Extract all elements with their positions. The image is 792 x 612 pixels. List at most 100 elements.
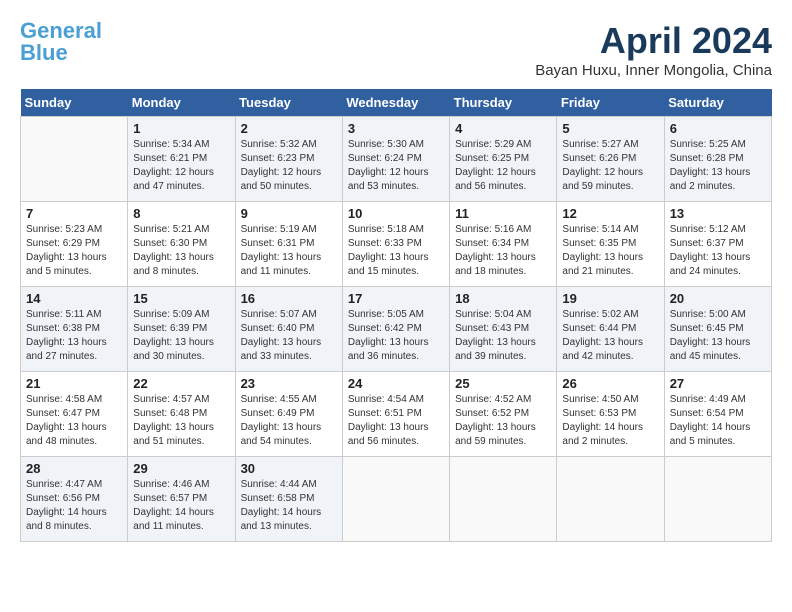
day-number: 12 (562, 206, 658, 221)
day-number: 19 (562, 291, 658, 306)
calendar-cell: 24 Sunrise: 4:54 AM Sunset: 6:51 PM Dayli… (342, 372, 449, 457)
day-number: 15 (133, 291, 229, 306)
day-info: Sunrise: 5:02 AM Sunset: 6:44 PM Dayligh… (562, 308, 658, 364)
day-info: Sunrise: 5:21 AM Sunset: 6:30 PM Dayligh… (133, 223, 229, 279)
day-header-thursday: Thursday (450, 89, 557, 117)
logo-blue: Blue (20, 40, 68, 65)
calendar-cell: 11 Sunrise: 5:16 AM Sunset: 6:34 PM Dayli… (450, 202, 557, 287)
calendar-cell: 12 Sunrise: 5:14 AM Sunset: 6:35 PM Dayli… (557, 202, 664, 287)
calendar-cell (21, 117, 128, 202)
day-info: Sunrise: 5:16 AM Sunset: 6:34 PM Dayligh… (455, 223, 551, 279)
location: Bayan Huxu, Inner Mongolia, China (535, 62, 772, 79)
calendar-cell: 10 Sunrise: 5:18 AM Sunset: 6:33 PM Dayli… (342, 202, 449, 287)
day-info: Sunrise: 5:12 AM Sunset: 6:37 PM Dayligh… (670, 223, 766, 279)
calendar-cell: 23Sunrise: 4:55 AM Sunset: 6:49 PM Dayli… (235, 372, 342, 457)
day-info: Sunrise: 5:34 AM Sunset: 6:21 PM Dayligh… (133, 138, 229, 194)
day-header-sunday: Sunday (21, 89, 128, 117)
day-number: 26 (562, 376, 658, 391)
calendar-cell: 27 Sunrise: 4:49 AM Sunset: 6:54 PM Dayli… (664, 372, 771, 457)
day-number: 16 (241, 291, 337, 306)
day-info: Sunrise: 5:19 AM Sunset: 6:31 PM Dayligh… (241, 223, 337, 279)
day-info: Sunrise: 5:04 AM Sunset: 6:43 PM Dayligh… (455, 308, 551, 364)
day-number: 3 (348, 121, 444, 136)
page-header: General Blue April 2024 Bayan Huxu, Inne… (20, 20, 772, 79)
calendar-cell: 14 Sunrise: 5:11 AM Sunset: 6:38 PM Dayli… (21, 287, 128, 372)
day-number: 17 (348, 291, 444, 306)
day-info: Sunrise: 5:14 AM Sunset: 6:35 PM Dayligh… (562, 223, 658, 279)
day-number: 28 (26, 461, 122, 476)
day-info: Sunrise: 5:05 AM Sunset: 6:42 PM Dayligh… (348, 308, 444, 364)
calendar-cell: 21 Sunrise: 4:58 AM Sunset: 6:47 PM Dayli… (21, 372, 128, 457)
calendar-cell (450, 457, 557, 542)
day-number: 13 (670, 206, 766, 221)
day-number: 1 (133, 121, 229, 136)
day-info: Sunrise: 4:44 AM Sunset: 6:58 PM Dayligh… (241, 478, 337, 534)
day-info: Sunrise: 4:46 AM Sunset: 6:57 PM Dayligh… (133, 478, 229, 534)
calendar-cell: 17 Sunrise: 5:05 AM Sunset: 6:42 PM Dayli… (342, 287, 449, 372)
day-info: Sunrise: 4:52 AM Sunset: 6:52 PM Dayligh… (455, 393, 551, 449)
day-info: Sunrise: 4:47 AM Sunset: 6:56 PM Dayligh… (26, 478, 122, 534)
calendar-cell: 16Sunrise: 5:07 AM Sunset: 6:40 PM Dayli… (235, 287, 342, 372)
day-info: Sunrise: 5:25 AM Sunset: 6:28 PM Dayligh… (670, 138, 766, 194)
day-info: Sunrise: 5:18 AM Sunset: 6:33 PM Dayligh… (348, 223, 444, 279)
day-number: 14 (26, 291, 122, 306)
calendar-cell: 28 Sunrise: 4:47 AM Sunset: 6:56 PM Dayli… (21, 457, 128, 542)
calendar-cell: 19 Sunrise: 5:02 AM Sunset: 6:44 PM Dayli… (557, 287, 664, 372)
day-number: 29 (133, 461, 229, 476)
day-info: Sunrise: 4:54 AM Sunset: 6:51 PM Dayligh… (348, 393, 444, 449)
month-title: April 2024 (535, 20, 772, 62)
day-info: Sunrise: 4:58 AM Sunset: 6:47 PM Dayligh… (26, 393, 122, 449)
calendar-cell: 15Sunrise: 5:09 AM Sunset: 6:39 PM Dayli… (128, 287, 235, 372)
day-info: Sunrise: 4:49 AM Sunset: 6:54 PM Dayligh… (670, 393, 766, 449)
day-info: Sunrise: 4:55 AM Sunset: 6:49 PM Dayligh… (241, 393, 337, 449)
calendar-cell: 2 Sunrise: 5:32 AM Sunset: 6:23 PM Daylig… (235, 117, 342, 202)
day-number: 21 (26, 376, 122, 391)
day-number: 27 (670, 376, 766, 391)
day-number: 7 (26, 206, 122, 221)
title-block: April 2024 Bayan Huxu, Inner Mongolia, C… (535, 20, 772, 79)
calendar-week-2: 7 Sunrise: 5:23 AM Sunset: 6:29 PM Daylig… (21, 202, 772, 287)
day-info: Sunrise: 5:23 AM Sunset: 6:29 PM Dayligh… (26, 223, 122, 279)
day-info: Sunrise: 5:27 AM Sunset: 6:26 PM Dayligh… (562, 138, 658, 194)
day-number: 11 (455, 206, 551, 221)
day-info: Sunrise: 5:30 AM Sunset: 6:24 PM Dayligh… (348, 138, 444, 194)
calendar-week-1: 1 Sunrise: 5:34 AM Sunset: 6:21 PM Daylig… (21, 117, 772, 202)
day-info: Sunrise: 4:57 AM Sunset: 6:48 PM Dayligh… (133, 393, 229, 449)
day-info: Sunrise: 4:50 AM Sunset: 6:53 PM Dayligh… (562, 393, 658, 449)
calendar-table: SundayMondayTuesdayWednesdayThursdayFrid… (20, 89, 772, 542)
calendar-cell: 22 Sunrise: 4:57 AM Sunset: 6:48 PM Dayli… (128, 372, 235, 457)
day-number: 4 (455, 121, 551, 136)
day-header-saturday: Saturday (664, 89, 771, 117)
calendar-week-3: 14 Sunrise: 5:11 AM Sunset: 6:38 PM Dayli… (21, 287, 772, 372)
calendar-cell: 18 Sunrise: 5:04 AM Sunset: 6:43 PM Dayli… (450, 287, 557, 372)
day-number: 6 (670, 121, 766, 136)
calendar-cell: 3 Sunrise: 5:30 AM Sunset: 6:24 PM Daylig… (342, 117, 449, 202)
day-number: 18 (455, 291, 551, 306)
day-number: 24 (348, 376, 444, 391)
day-header-wednesday: Wednesday (342, 89, 449, 117)
calendar-cell: 4 Sunrise: 5:29 AM Sunset: 6:25 PM Daylig… (450, 117, 557, 202)
calendar-cell (342, 457, 449, 542)
day-number: 22 (133, 376, 229, 391)
day-info: Sunrise: 5:00 AM Sunset: 6:45 PM Dayligh… (670, 308, 766, 364)
logo-text: General Blue (20, 20, 102, 64)
calendar-cell: 8 Sunrise: 5:21 AM Sunset: 6:30 PM Daylig… (128, 202, 235, 287)
day-info: Sunrise: 5:32 AM Sunset: 6:23 PM Dayligh… (241, 138, 337, 194)
day-info: Sunrise: 5:29 AM Sunset: 6:25 PM Dayligh… (455, 138, 551, 194)
day-number: 2 (241, 121, 337, 136)
day-number: 8 (133, 206, 229, 221)
calendar-cell: 1 Sunrise: 5:34 AM Sunset: 6:21 PM Daylig… (128, 117, 235, 202)
calendar-cell: 5 Sunrise: 5:27 AM Sunset: 6:26 PM Daylig… (557, 117, 664, 202)
calendar-cell: 30Sunrise: 4:44 AM Sunset: 6:58 PM Dayli… (235, 457, 342, 542)
calendar-cell (557, 457, 664, 542)
day-number: 10 (348, 206, 444, 221)
day-info: Sunrise: 5:11 AM Sunset: 6:38 PM Dayligh… (26, 308, 122, 364)
day-number: 5 (562, 121, 658, 136)
day-header-friday: Friday (557, 89, 664, 117)
calendar-cell (664, 457, 771, 542)
calendar-cell: 26 Sunrise: 4:50 AM Sunset: 6:53 PM Dayli… (557, 372, 664, 457)
calendar-cell: 7 Sunrise: 5:23 AM Sunset: 6:29 PM Daylig… (21, 202, 128, 287)
calendar-cell: 25Sunrise: 4:52 AM Sunset: 6:52 PM Dayli… (450, 372, 557, 457)
calendar-cell: 6 Sunrise: 5:25 AM Sunset: 6:28 PM Daylig… (664, 117, 771, 202)
calendar-cell: 9Sunrise: 5:19 AM Sunset: 6:31 PM Daylig… (235, 202, 342, 287)
